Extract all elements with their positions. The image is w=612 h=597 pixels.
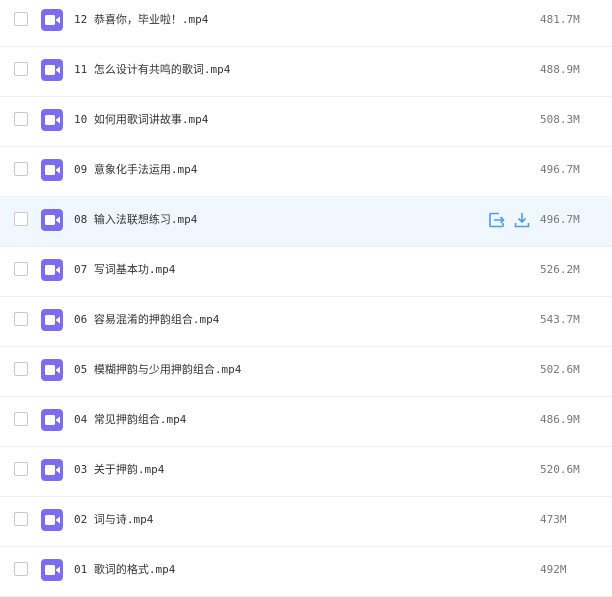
file-name[interactable]: 06 容易混淆的押韵组合.mp4 [74, 313, 219, 327]
file-row[interactable]: 02 词与诗.mp4 473M [0, 498, 612, 547]
file-row[interactable]: 11 怎么设计有共鸣的歌词.mp4 488.9M [0, 48, 612, 97]
video-file-icon [41, 459, 63, 481]
video-file-icon [41, 259, 63, 281]
row-checkbox[interactable] [14, 12, 28, 26]
row-checkbox[interactable] [14, 212, 28, 226]
file-name[interactable]: 12 恭喜你，毕业啦！.mp4 [74, 13, 208, 27]
file-name[interactable]: 07 写词基本功.mp4 [74, 263, 175, 277]
row-checkbox[interactable] [14, 562, 28, 576]
move-to-icon[interactable] [488, 211, 506, 229]
row-checkbox[interactable] [14, 462, 28, 476]
row-checkbox[interactable] [14, 162, 28, 176]
row-checkbox[interactable] [14, 62, 28, 76]
file-size: 502.6M [540, 363, 580, 376]
file-row[interactable]: 06 容易混淆的押韵组合.mp4 543.7M [0, 298, 612, 347]
row-checkbox[interactable] [14, 262, 28, 276]
file-name[interactable]: 02 词与诗.mp4 [74, 513, 153, 527]
file-row[interactable]: 04 常见押韵组合.mp4 486.9M [0, 398, 612, 447]
file-size: 496.7M [540, 163, 580, 176]
row-checkbox[interactable] [14, 362, 28, 376]
video-file-icon [41, 409, 63, 431]
video-file-icon [41, 559, 63, 581]
file-size: 492M [540, 563, 567, 576]
file-size: 526.2M [540, 263, 580, 276]
video-file-icon [41, 509, 63, 531]
file-name[interactable]: 11 怎么设计有共鸣的歌词.mp4 [74, 63, 230, 77]
file-size: 543.7M [540, 313, 580, 326]
file-list: 12 恭喜你，毕业啦！.mp4 481.7M 11 怎么设计有共鸣的歌词.mp4… [0, 0, 612, 597]
video-file-icon [41, 359, 63, 381]
file-name[interactable]: 03 关于押韵.mp4 [74, 463, 164, 477]
file-size: 473M [540, 513, 567, 526]
file-name[interactable]: 04 常见押韵组合.mp4 [74, 413, 186, 427]
file-row[interactable]: 05 模糊押韵与少用押韵组合.mp4 502.6M [0, 348, 612, 397]
file-name[interactable]: 08 输入法联想练习.mp4 [74, 213, 197, 227]
file-row[interactable]: 03 关于押韵.mp4 520.6M [0, 448, 612, 497]
row-checkbox[interactable] [14, 312, 28, 326]
file-size: 508.3M [540, 113, 580, 126]
file-name[interactable]: 01 歌词的格式.mp4 [74, 563, 175, 577]
file-size: 496.7M [540, 213, 580, 226]
file-name[interactable]: 10 如何用歌词讲故事.mp4 [74, 113, 208, 127]
row-checkbox[interactable] [14, 512, 28, 526]
file-row-hovered[interactable]: 08 输入法联想练习.mp4 496.7M [0, 198, 612, 247]
file-row[interactable]: 07 写词基本功.mp4 526.2M [0, 248, 612, 297]
row-checkbox[interactable] [14, 412, 28, 426]
file-name[interactable]: 09 意象化手法运用.mp4 [74, 163, 197, 177]
file-size: 481.7M [540, 13, 580, 26]
file-row[interactable]: 09 意象化手法运用.mp4 496.7M [0, 148, 612, 197]
video-file-icon [41, 9, 63, 31]
file-name[interactable]: 05 模糊押韵与少用押韵组合.mp4 [74, 363, 241, 377]
row-checkbox[interactable] [14, 112, 28, 126]
video-file-icon [41, 309, 63, 331]
download-icon[interactable] [513, 211, 531, 229]
file-row[interactable]: 10 如何用歌词讲故事.mp4 508.3M [0, 98, 612, 147]
video-file-icon [41, 209, 63, 231]
file-size: 488.9M [540, 63, 580, 76]
file-size: 486.9M [540, 413, 580, 426]
video-file-icon [41, 159, 63, 181]
video-file-icon [41, 109, 63, 131]
file-row[interactable]: 12 恭喜你，毕业啦！.mp4 481.7M [0, 0, 612, 47]
file-size: 520.6M [540, 463, 580, 476]
video-file-icon [41, 59, 63, 81]
